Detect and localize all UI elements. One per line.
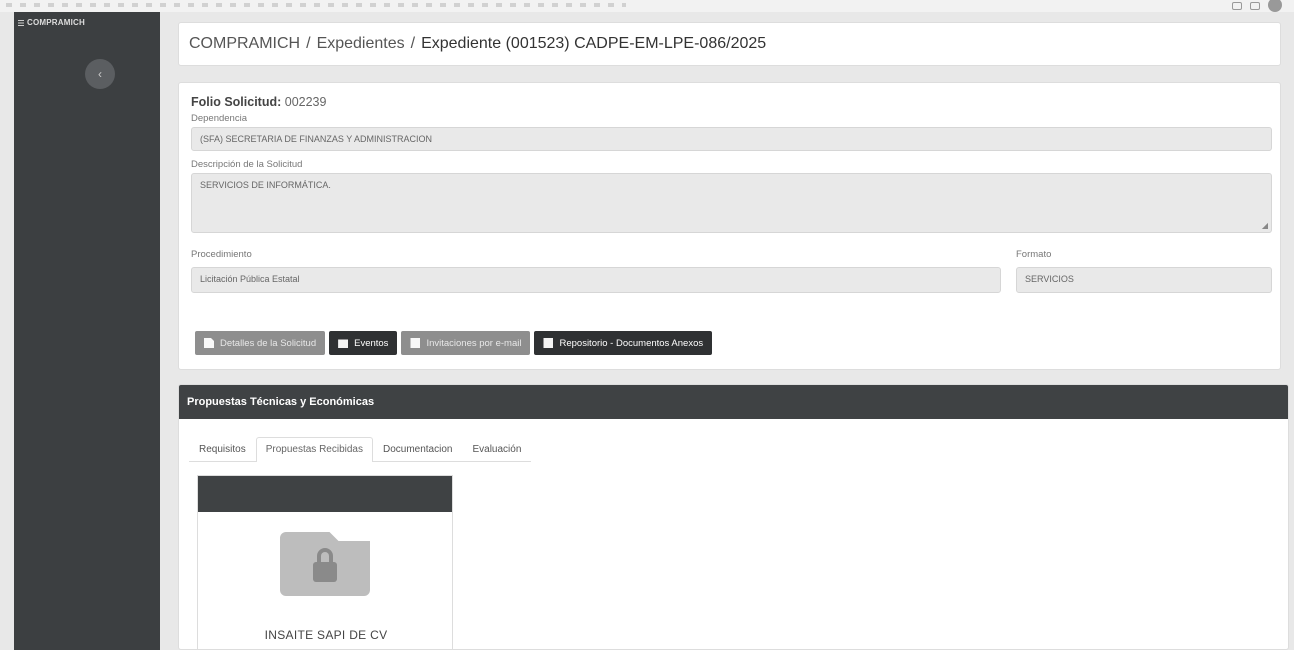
formato-field[interactable]: SERVICIOS [1016, 267, 1272, 293]
vendor-proposal-card[interactable]: INSAITE SAPI DE CV [197, 475, 453, 649]
tab-propuestas-recibidas[interactable]: Propuestas Recibidas [255, 437, 373, 462]
eventos-button[interactable]: Eventos [329, 331, 398, 355]
locked-folder-icon [280, 532, 370, 596]
chevron-left-icon: ‹ [98, 67, 102, 81]
top-right-icons [1232, 0, 1282, 12]
brand-label: COMPRAMICH [27, 18, 85, 27]
resize-handle-icon[interactable]: ◢ [1262, 221, 1268, 230]
folio-number: 002239 [284, 95, 327, 109]
formato-label: Formato [1016, 249, 1052, 260]
extension-icon[interactable] [1232, 2, 1242, 10]
folio-title: Folio Solicitud: 002239 [191, 95, 1268, 109]
calendar-icon [338, 339, 349, 348]
avatar[interactable] [1268, 0, 1282, 12]
browser-toolbar [6, 3, 626, 7]
dependencia-label: Dependencia [191, 113, 247, 124]
file-icon [204, 338, 214, 348]
vendor-name: INSAITE SAPI DE CV [264, 628, 388, 642]
procedimiento-label: Procedimiento [191, 249, 252, 260]
sidebar-brand[interactable]: COMPRAMICH [18, 18, 85, 27]
browser-top-strip [0, 0, 1294, 12]
archive-icon [543, 338, 554, 348]
descripcion-textarea[interactable]: SERVICIOS DE INFORMÁTICA. ◢ [191, 173, 1272, 233]
sidebar-collapse-button[interactable]: ‹ [85, 59, 115, 89]
descripcion-value: SERVICIOS DE INFORMÁTICA. [200, 180, 331, 190]
tab-requisitos[interactable]: Requisitos [189, 437, 256, 461]
dependencia-field[interactable]: (SFA) SECRETARIA DE FINANZAS Y ADMINISTR… [191, 127, 1272, 151]
propuestas-tabs: Requisitos Propuestas Recibidas Document… [189, 437, 532, 462]
solicitud-actions: Detalles de la Solicitud Eventos Invitac… [195, 331, 713, 355]
breadcrumb-section[interactable]: Expedientes [317, 35, 405, 52]
repositorio-label: Repositorio - Documentos Anexos [559, 337, 704, 349]
detalles-solicitud-button[interactable]: Detalles de la Solicitud [195, 331, 326, 355]
invitaciones-button[interactable]: Invitaciones por e-mail [401, 331, 531, 355]
breadcrumb-separator: / [410, 35, 416, 52]
solicitud-card: Folio Solicitud: 002239 Dependencia (SFA… [178, 82, 1281, 370]
folio-label: Folio Solicitud: [191, 95, 282, 109]
sidebar: COMPRAMICH ‹ [14, 12, 160, 650]
tab-documentacion[interactable]: Documentacion [373, 437, 462, 461]
menu-icon[interactable] [1250, 2, 1260, 10]
propuestas-header: Propuestas Técnicas y Económicas [179, 385, 1288, 419]
breadcrumb-separator: / [306, 35, 311, 52]
procedimiento-field[interactable]: Licitación Pública Estatal [191, 267, 1001, 293]
repositorio-button[interactable]: Repositorio - Documentos Anexos [534, 331, 713, 355]
users-icon [410, 338, 421, 348]
breadcrumb: COMPRAMICH / Expedientes / Expediente (00152… [178, 22, 1281, 66]
descripcion-label: Descripción de la Solicitud [191, 159, 303, 170]
invitaciones-label: Invitaciones por e-mail [426, 337, 522, 349]
tab-evaluacion[interactable]: Evaluación [462, 437, 531, 461]
eventos-label: Eventos [354, 337, 389, 349]
propuestas-panel: Propuestas Técnicas y Económicas Requisi… [178, 384, 1289, 650]
menu-icon [18, 19, 24, 26]
breadcrumb-current: Expediente (001523) CADPE-EM-LPE-086/202… [421, 35, 767, 52]
detalles-solicitud-label: Detalles de la Solicitud [220, 337, 317, 349]
vendor-card-header [198, 476, 452, 512]
breadcrumb-root[interactable]: COMPRAMICH [189, 35, 300, 52]
